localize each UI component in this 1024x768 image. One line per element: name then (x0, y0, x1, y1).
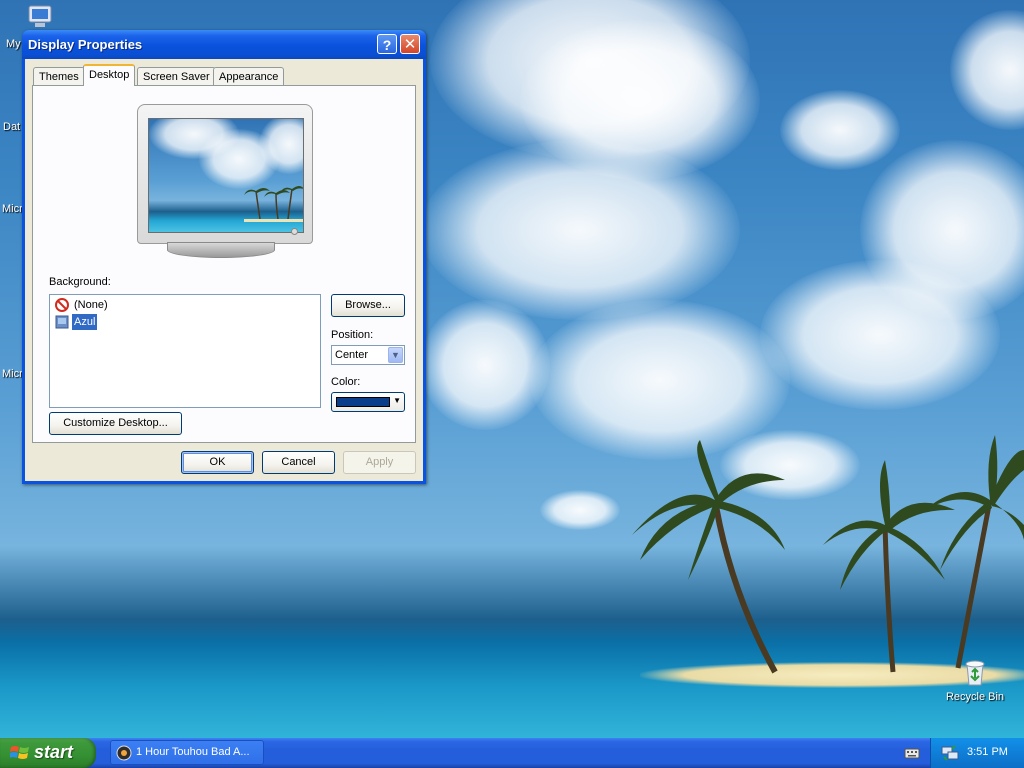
dialog-title: Display Properties (28, 37, 143, 52)
taskbar-item-label: 1 Hour Touhou Bad A... (136, 746, 250, 758)
chevron-down-icon: ▼ (393, 396, 401, 405)
monitor-power-led (291, 228, 298, 235)
network-icon[interactable] (941, 745, 959, 761)
image-file-icon (55, 315, 69, 329)
help-icon: ? (382, 37, 392, 53)
position-value: Center (335, 349, 369, 361)
browse-button[interactable]: Browse... (331, 294, 405, 317)
wallpaper-cloud (780, 90, 900, 170)
wallpaper-cloud (950, 10, 1024, 130)
cancel-button[interactable]: Cancel (262, 451, 335, 474)
wallpaper-cloud (420, 300, 550, 430)
monitor-preview (137, 104, 313, 244)
chevron-down-icon[interactable]: ▼ (388, 347, 403, 363)
desktop-tab-panel: Background: (None) Azul Browse... Positi… (32, 85, 416, 443)
desktop-icon-label[interactable]: Micr (2, 203, 23, 215)
palm-tree-image (925, 435, 1024, 669)
recycle-bin-label: Recycle Bin (945, 691, 1005, 703)
background-item-label: Azul (70, 313, 99, 331)
desktop-icon-label[interactable]: Micr (2, 368, 23, 380)
background-label: Background: (49, 276, 111, 288)
desktop-icon-recycle-bin[interactable]: Recycle Bin (940, 656, 1010, 703)
help-button[interactable]: ? (377, 34, 397, 54)
position-select[interactable]: Center ▼ (331, 345, 405, 365)
desktop-icon-label[interactable]: My (6, 38, 21, 50)
dialog-titlebar[interactable]: Display Properties ? ✕ (22, 30, 426, 59)
keyboard-icon[interactable] (904, 746, 920, 760)
customize-desktop-button[interactable]: Customize Desktop... (49, 412, 182, 435)
background-listbox[interactable]: (None) Azul (49, 294, 321, 408)
color-picker-button[interactable]: ▼ (331, 392, 405, 412)
start-label: start (34, 742, 74, 762)
no-entry-icon (55, 298, 69, 312)
apply-button[interactable]: Apply (343, 451, 416, 474)
preview-screen (148, 118, 304, 233)
system-tray: 3:51 PM (930, 738, 1024, 768)
palm-tree-image (632, 440, 785, 674)
preview-palm-image (244, 186, 303, 222)
color-label: Color: (331, 376, 361, 388)
taskbar-clock[interactable]: 3:51 PM (967, 746, 1008, 758)
taskbar: start 1 Hour Touhou Bad A... 3:51 PM (0, 738, 1024, 768)
start-button[interactable]: start (0, 738, 96, 768)
position-label: Position: (331, 329, 374, 341)
tab-screen-saver[interactable]: Screen Saver (137, 67, 216, 85)
wallpaper-cloud (420, 140, 740, 320)
tab-desktop[interactable]: Desktop (83, 64, 136, 86)
display-properties-dialog: Display Properties ? ✕ Themes Desktop Sc… (22, 30, 426, 484)
tab-themes[interactable]: Themes (33, 67, 85, 85)
wallpaper-cloud (540, 490, 620, 530)
media-player-icon (116, 745, 132, 761)
recycle-bin-icon (965, 660, 985, 686)
tab-appearance[interactable]: Appearance (213, 67, 285, 85)
ok-button[interactable]: OK (181, 451, 254, 474)
dialog-client-area: Themes Desktop Screen Saver Appearance B… (25, 59, 423, 481)
color-swatch (336, 397, 390, 407)
monitor-stand (167, 242, 275, 258)
desktop-icon-label[interactable]: Dat (3, 121, 20, 133)
background-item-label: (None) (74, 299, 108, 311)
close-button[interactable]: ✕ (400, 34, 420, 54)
windows-logo-icon (10, 746, 29, 759)
taskbar-item-touhou[interactable]: 1 Hour Touhou Bad A... (110, 740, 264, 765)
close-icon: ✕ (403, 36, 417, 53)
